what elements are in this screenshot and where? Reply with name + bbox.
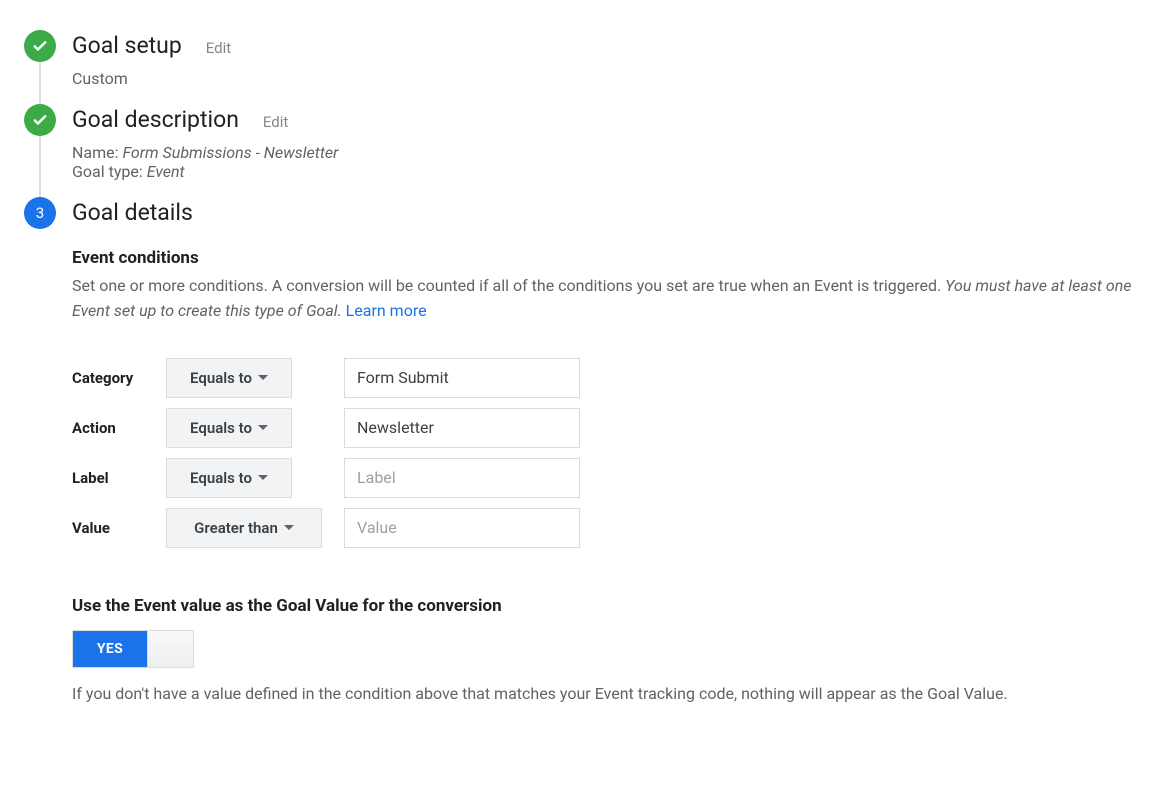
chevron-down-icon xyxy=(258,425,268,430)
goal-value-toggle-heading: Use the Event value as the Goal Value fo… xyxy=(72,596,1140,616)
event-conditions-heading: Event conditions xyxy=(72,248,1140,268)
select-value: Greater than xyxy=(194,519,278,537)
select-value: Equals to xyxy=(190,369,252,387)
toggle-off-cell xyxy=(147,631,193,667)
category-value-input[interactable] xyxy=(344,358,580,398)
event-conditions-desc-text: Set one or more conditions. A conversion… xyxy=(72,276,941,295)
condition-label: Action xyxy=(72,419,166,437)
condition-row-category: Category Equals to xyxy=(72,358,1140,398)
step-goal-setup: Goal setup Edit Custom xyxy=(24,30,1140,88)
goal-value-toggle[interactable]: YES xyxy=(72,630,194,668)
category-operator-select[interactable]: Equals to xyxy=(166,358,292,398)
step-number-badge: 3 xyxy=(24,197,56,229)
step-goal-details: 3 Goal details Event conditions Set one … xyxy=(24,197,1140,706)
event-conditions-table: Category Equals to Action Equals to xyxy=(72,358,1140,548)
check-icon xyxy=(31,37,49,55)
label-value-input[interactable] xyxy=(344,458,580,498)
step-number: 3 xyxy=(36,204,44,222)
action-operator-select[interactable]: Equals to xyxy=(166,408,292,448)
type-value: Event xyxy=(147,162,185,181)
type-label: Goal type: xyxy=(72,162,143,181)
value-value-input[interactable] xyxy=(344,508,580,548)
step-description-title: Goal description xyxy=(72,106,239,133)
name-value: Form Submissions - Newsletter xyxy=(122,143,338,162)
condition-row-value: Value Greater than xyxy=(72,508,1140,548)
step-completed-icon xyxy=(24,104,56,136)
goal-steps: Goal setup Edit Custom Goal description … xyxy=(24,30,1140,706)
condition-row-label: Label Equals to xyxy=(72,458,1140,498)
goal-value-toggle-note: If you don't have a value defined in the… xyxy=(72,682,1132,707)
step-setup-summary: Custom xyxy=(72,69,1140,88)
chevron-down-icon xyxy=(258,375,268,380)
chevron-down-icon xyxy=(258,475,268,480)
chevron-down-icon xyxy=(284,525,294,530)
condition-row-action: Action Equals to xyxy=(72,408,1140,448)
check-icon xyxy=(31,111,49,129)
condition-label: Category xyxy=(72,369,166,387)
toggle-on-label: YES xyxy=(73,631,147,667)
step-completed-icon xyxy=(24,30,56,62)
goal-value-toggle-section: Use the Event value as the Goal Value fo… xyxy=(72,596,1140,707)
step-details-title: Goal details xyxy=(72,199,193,226)
event-conditions-desc: Set one or more conditions. A conversion… xyxy=(72,274,1140,324)
condition-label: Value xyxy=(72,519,166,537)
step-description-edit-link[interactable]: Edit xyxy=(263,113,288,131)
select-value: Equals to xyxy=(190,469,252,487)
name-label: Name: xyxy=(72,143,119,162)
label-operator-select[interactable]: Equals to xyxy=(166,458,292,498)
step-setup-title: Goal setup xyxy=(72,32,182,59)
step-setup-edit-link[interactable]: Edit xyxy=(206,39,231,57)
step-goal-description: Goal description Edit Name: Form Submiss… xyxy=(24,104,1140,181)
value-operator-select[interactable]: Greater than xyxy=(166,508,322,548)
select-value: Equals to xyxy=(190,419,252,437)
action-value-input[interactable] xyxy=(344,408,580,448)
step-description-summary: Name: Form Submissions - Newsletter Goal… xyxy=(72,143,1140,181)
learn-more-link[interactable]: Learn more xyxy=(346,301,427,320)
condition-label: Label xyxy=(72,469,166,487)
